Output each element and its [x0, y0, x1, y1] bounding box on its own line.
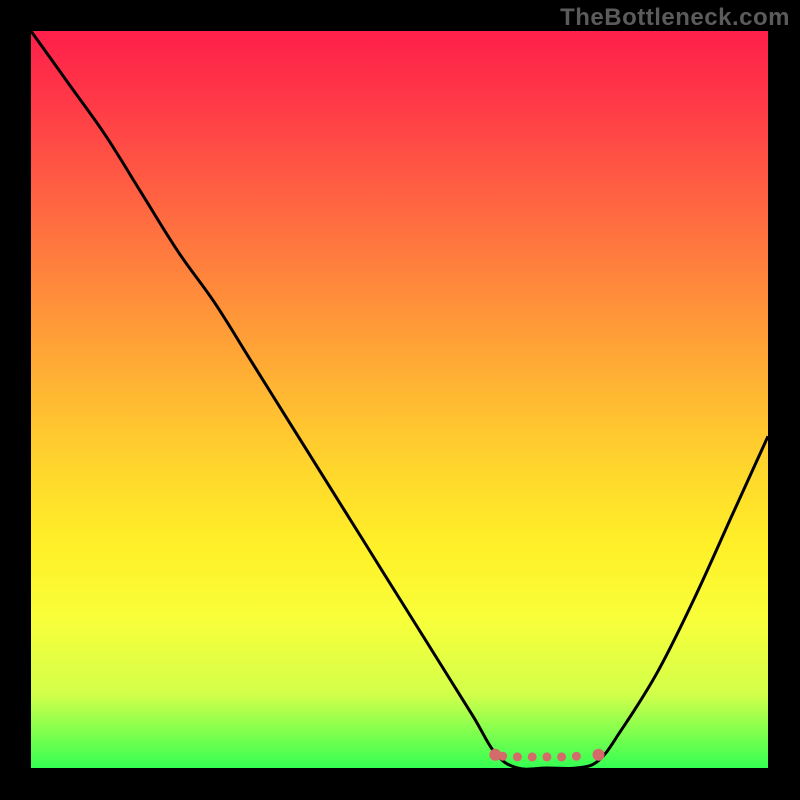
valley-dot	[593, 749, 605, 761]
curve-group	[31, 31, 768, 768]
bottleneck-curve	[31, 31, 768, 768]
watermark-label: TheBottleneck.com	[560, 4, 790, 32]
chart-frame: TheBottleneck.com	[0, 0, 800, 800]
valley-dot	[572, 752, 581, 761]
valley-dot	[557, 752, 566, 761]
valley-dot	[542, 752, 551, 761]
plot-area	[31, 31, 768, 768]
dots-group	[489, 749, 604, 762]
chart-svg	[31, 31, 768, 768]
valley-dot	[528, 752, 537, 761]
valley-dot	[513, 752, 522, 761]
valley-dot	[498, 752, 507, 761]
